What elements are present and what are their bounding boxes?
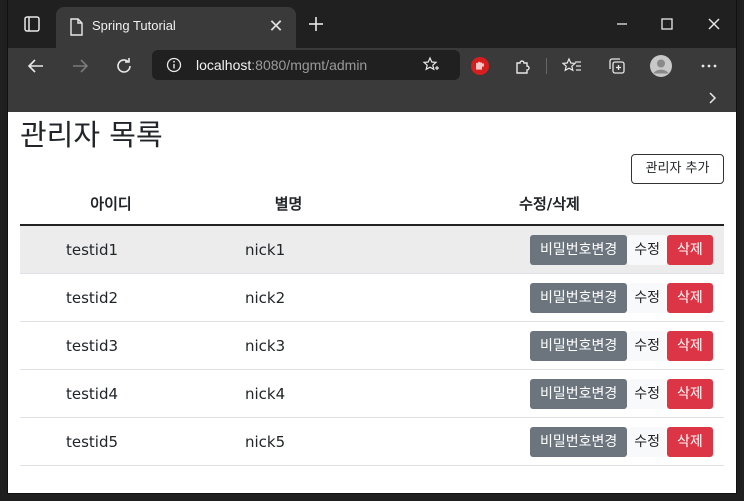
edit-button[interactable]: 수정 <box>627 330 668 361</box>
tab-actions-icon[interactable] <box>22 14 42 34</box>
admin-nick-cell: nick3 <box>202 321 375 370</box>
page-content: 관리자 목록 관리자 추가 아이디 별명 수정/삭제 testid1 nick1 비… <box>8 112 736 493</box>
maximize-icon[interactable] <box>653 10 681 38</box>
column-header-id: 아이디 <box>20 182 202 226</box>
actions-cell: 비밀번호변경 수정 삭제 <box>375 417 724 466</box>
forward-icon[interactable] <box>68 54 92 78</box>
address-bar[interactable]: localhost:8080/mgmt/admin <box>152 50 460 80</box>
change-password-button[interactable]: 비밀번호변경 <box>530 426 628 457</box>
toolbar-divider <box>546 58 547 74</box>
more-menu-icon[interactable] <box>697 54 721 78</box>
address-path: :8080/mgmt/admin <box>251 57 368 73</box>
actions-cell: 비밀번호변경 수정 삭제 <box>375 225 724 274</box>
tab-spring-tutorial[interactable]: Spring Tutorial ✕ <box>56 7 296 48</box>
minimize-icon[interactable] <box>608 10 636 38</box>
tab-title: Spring Tutorial <box>92 18 176 33</box>
actions-cell: 비밀번호변경 수정 삭제 <box>375 321 724 370</box>
edit-button[interactable]: 수정 <box>627 378 668 409</box>
table-header-row: 아이디 별명 수정/삭제 <box>20 182 724 226</box>
back-icon[interactable] <box>24 54 48 78</box>
actions-cell: 비밀번호변경 수정 삭제 <box>375 369 724 418</box>
extensions-icon[interactable] <box>511 54 535 78</box>
delete-button[interactable]: 삭제 <box>667 234 713 265</box>
admin-table: 아이디 별명 수정/삭제 testid1 nick1 비밀번호변경 수정 삭제 testi… <box>20 182 724 466</box>
title-bar: Spring Tutorial ✕ <box>8 0 736 48</box>
delete-button[interactable]: 삭제 <box>667 282 713 313</box>
column-header-actions: 수정/삭제 <box>375 182 724 226</box>
toolbar: localhost:8080/mgmt/admin <box>8 48 736 84</box>
favorites-bar <box>8 84 736 112</box>
address-text: localhost:8080/mgmt/admin <box>196 57 367 73</box>
table-row: testid3 nick3 비밀번호변경 수정 삭제 <box>20 321 724 370</box>
profile-avatar-icon[interactable] <box>649 54 673 78</box>
favorites-icon[interactable] <box>560 54 584 78</box>
info-icon[interactable] <box>166 57 182 73</box>
edit-button[interactable]: 수정 <box>627 282 668 313</box>
admin-nick-cell: nick5 <box>202 417 375 466</box>
edit-button[interactable]: 수정 <box>627 234 668 265</box>
chevron-right-icon[interactable] <box>704 90 720 106</box>
change-password-button[interactable]: 비밀번호변경 <box>530 378 628 409</box>
admin-id-cell: testid3 <box>20 321 202 370</box>
address-host: localhost <box>196 57 252 73</box>
add-admin-button[interactable]: 관리자 추가 <box>631 154 724 184</box>
admin-id-cell: testid5 <box>20 417 202 466</box>
admin-nick-cell: nick1 <box>202 225 375 274</box>
admin-nick-cell: nick4 <box>202 369 375 418</box>
change-password-button[interactable]: 비밀번호변경 <box>530 234 628 265</box>
column-header-nick: 별명 <box>202 182 375 226</box>
add-favorite-icon[interactable] <box>422 56 440 74</box>
change-password-button[interactable]: 비밀번호변경 <box>530 282 628 313</box>
admin-id-cell: testid4 <box>20 369 202 418</box>
table-row: testid5 nick5 비밀번호변경 수정 삭제 <box>20 417 724 466</box>
page-icon <box>70 18 83 36</box>
admin-id-cell: testid1 <box>20 225 202 274</box>
edit-button[interactable]: 수정 <box>627 426 668 457</box>
table-row: testid4 nick4 비밀번호변경 수정 삭제 <box>20 369 724 418</box>
delete-button[interactable]: 삭제 <box>667 330 713 361</box>
new-tab-icon[interactable] <box>304 12 328 36</box>
browser-window: Spring Tutorial ✕ localhost:8080/mgmt/ad… <box>8 0 736 493</box>
close-window-icon[interactable] <box>700 10 728 38</box>
delete-button[interactable]: 삭제 <box>667 426 713 457</box>
table-row: testid1 nick1 비밀번호변경 수정 삭제 <box>20 225 724 274</box>
refresh-icon[interactable] <box>112 54 136 78</box>
delete-button[interactable]: 삭제 <box>667 378 713 409</box>
admin-id-cell: testid2 <box>20 273 202 322</box>
change-password-button[interactable]: 비밀번호변경 <box>530 330 628 361</box>
adblock-icon[interactable] <box>468 54 492 78</box>
close-tab-icon[interactable]: ✕ <box>264 15 288 39</box>
table-row: testid2 nick2 비밀번호변경 수정 삭제 <box>20 273 724 322</box>
collections-icon[interactable] <box>605 54 629 78</box>
page-title: 관리자 목록 <box>20 118 163 152</box>
actions-cell: 비밀번호변경 수정 삭제 <box>375 273 724 322</box>
admin-nick-cell: nick2 <box>202 273 375 322</box>
